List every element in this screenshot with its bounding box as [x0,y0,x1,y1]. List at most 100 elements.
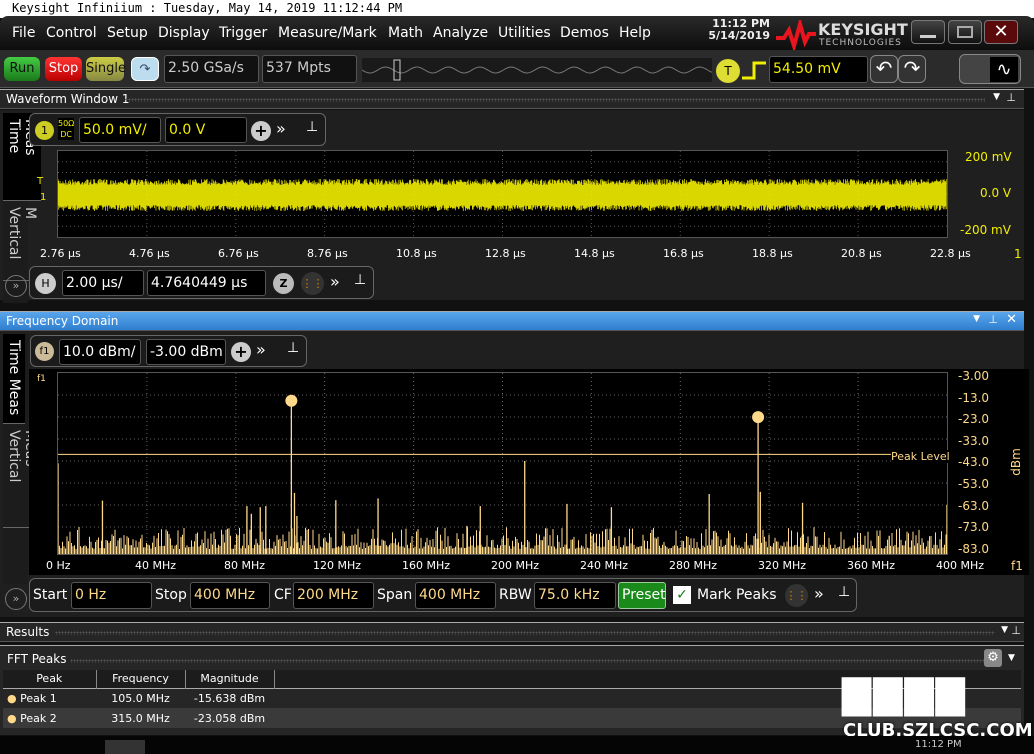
taskbar-app-icon[interactable] [105,740,145,754]
menu-demos[interactable]: Demos [560,25,609,41]
time-scale-field[interactable]: 2.00 µs/ [62,270,144,296]
ground-marker[interactable]: 1 [40,192,46,203]
time-tick-label: 6.76 µs [218,247,259,260]
add-icon[interactable]: + [231,342,251,362]
drag-grip[interactable] [55,631,995,635]
waveform-window-title: Waveform Window 1 [6,92,130,106]
channel-scale-field[interactable]: 50.0 mV/ [79,117,161,143]
settings-gear-icon[interactable]: ⚙ [984,649,1002,667]
redo-button[interactable]: ↷ [898,55,926,83]
x-tick-label: 360 MHz [847,559,896,572]
y-axis-unit: dBm [1008,448,1023,476]
rbw-field[interactable]: 75.0 kHz [534,582,616,609]
touch-mode-button[interactable]: ∿ [959,54,1021,84]
pin-icon[interactable]: ⊥ [838,584,850,600]
single-button[interactable]: Single [86,57,126,81]
tab-time-meas[interactable]: Time Meas [3,334,25,424]
start-frequency-field[interactable]: 0 Hz [71,582,152,609]
navigation-icon[interactable]: ⋮⋮ [785,584,808,607]
zoom-icon[interactable]: Z [273,273,294,294]
close-icon[interactable]: ✕ [1006,312,1017,327]
expand-chevron-icon[interactable]: » [330,272,340,291]
center-frequency-field[interactable]: 200 MHz [293,582,374,609]
function-badge[interactable]: f1 [35,342,54,361]
preset-button[interactable]: Preset [618,582,666,609]
menu-utilities[interactable]: Utilities [498,25,551,41]
peak-level-label[interactable]: Peak Level [891,450,950,463]
pin-icon[interactable]: ⊥ [1006,91,1016,104]
x-tick-label: 280 MHz [669,559,718,572]
horizontal-badge[interactable]: H [35,273,56,294]
expand-chevron-icon[interactable]: » [256,340,266,359]
x-tick-label: 400 MHz [936,559,985,572]
maximize-button[interactable] [948,20,982,44]
peak-marker-icon: ● [7,711,17,725]
navigation-icon[interactable]: ⋮⋮ [301,272,324,295]
menu-help[interactable]: Help [619,25,651,41]
expand-side-panel-button[interactable]: » [5,588,27,610]
y-tick-label: -13.0 [958,390,990,405]
time-position-field[interactable]: 4.7640449 µs [147,270,266,296]
trigger-level-marker[interactable]: T [37,176,43,187]
drag-grip[interactable] [125,98,985,102]
frequency-side-tabs: Time Meas Vertical Meas [3,334,41,584]
dropdown-icon[interactable]: ▼ [1008,653,1015,663]
menu-measure-mark[interactable]: Measure/Mark [278,25,377,41]
function-controls: f1 10.0 dBm/ -3.00 dBm + » ⊥ [30,335,307,367]
column-magnitude[interactable]: Magnitude [185,670,275,688]
span-field[interactable]: 400 MHz [415,582,496,609]
close-button[interactable]: ✕ [984,20,1018,44]
menu-trigger[interactable]: Trigger [219,25,267,41]
fft-peaks-title: FFT Peaks [7,652,67,666]
time-domain-plot[interactable] [57,150,948,238]
f1-marker[interactable]: f1 [37,374,46,384]
menu-file[interactable]: File [12,25,35,41]
expand-chevron-icon[interactable]: » [276,119,286,138]
y-tick-label: -53.0 [958,477,990,491]
auto-scale-button[interactable]: ↷ [131,57,159,81]
stop-button[interactable]: Stop [45,57,82,81]
column-peak[interactable]: Peak [3,670,97,688]
run-button[interactable]: Run [4,57,40,81]
undo-button[interactable]: ↶ [870,55,898,83]
pin-icon[interactable]: ⊥ [1011,624,1021,637]
function-offset-field[interactable]: -3.00 dBm [146,339,226,365]
menu-analyze[interactable]: Analyze [433,25,488,41]
menu-display[interactable]: Display [158,25,210,41]
time-tick-label: 10.8 µs [396,247,437,260]
mark-peaks-checkbox[interactable]: ✓ [673,586,691,604]
menu-setup[interactable]: Setup [107,25,148,41]
menu-control[interactable]: Control [46,25,97,41]
channel-1-trace [57,179,947,211]
pin-icon[interactable]: ⊥ [306,119,318,135]
y-tick-label: -3.00 [958,369,990,383]
trigger-level-field[interactable]: 54.50 mV [769,56,868,83]
pin-icon[interactable]: ⊥ [988,313,998,326]
column-frequency[interactable]: Frequency [96,670,186,688]
trigger-badge[interactable]: T [716,59,740,83]
acquisition-overview-strip[interactable] [362,58,712,82]
horizontal-controls: H 2.00 µs/ 4.7640449 µs Z ⋮⋮ » ⊥ [29,266,374,299]
expand-side-panel-button[interactable]: » [5,275,27,297]
add-icon[interactable]: + [251,121,271,141]
mark-peaks-label[interactable]: Mark Peaks [697,587,777,603]
pin-icon[interactable]: ⊥ [354,272,366,288]
channel-1-badge[interactable]: 1 [35,121,54,140]
spectrum-plot[interactable] [57,372,948,555]
dropdown-icon[interactable]: ▼ [973,314,980,324]
function-scale-field[interactable]: 10.0 dBm/ [59,339,141,365]
expand-chevron-icon[interactable]: » [814,584,824,603]
time-tick-label: 14.8 µs [574,247,615,260]
dropdown-icon[interactable]: ▼ [993,92,1000,102]
rising-edge-icon[interactable] [742,60,768,80]
dropdown-icon[interactable]: ▼ [1001,625,1008,635]
stop-frequency-field[interactable]: 400 MHz [190,582,270,609]
menu-math[interactable]: Math [388,25,423,41]
pin-icon[interactable]: ⊥ [287,340,299,356]
coupling-label: DC [60,130,73,139]
minimize-button[interactable] [911,20,945,44]
memory-depth-display[interactable]: 537 Mpts [262,55,357,83]
channel-offset-field[interactable]: 0.0 V [165,117,247,143]
sample-rate-display[interactable]: 2.50 GSa/s [164,55,259,83]
drag-grip[interactable] [70,659,990,663]
